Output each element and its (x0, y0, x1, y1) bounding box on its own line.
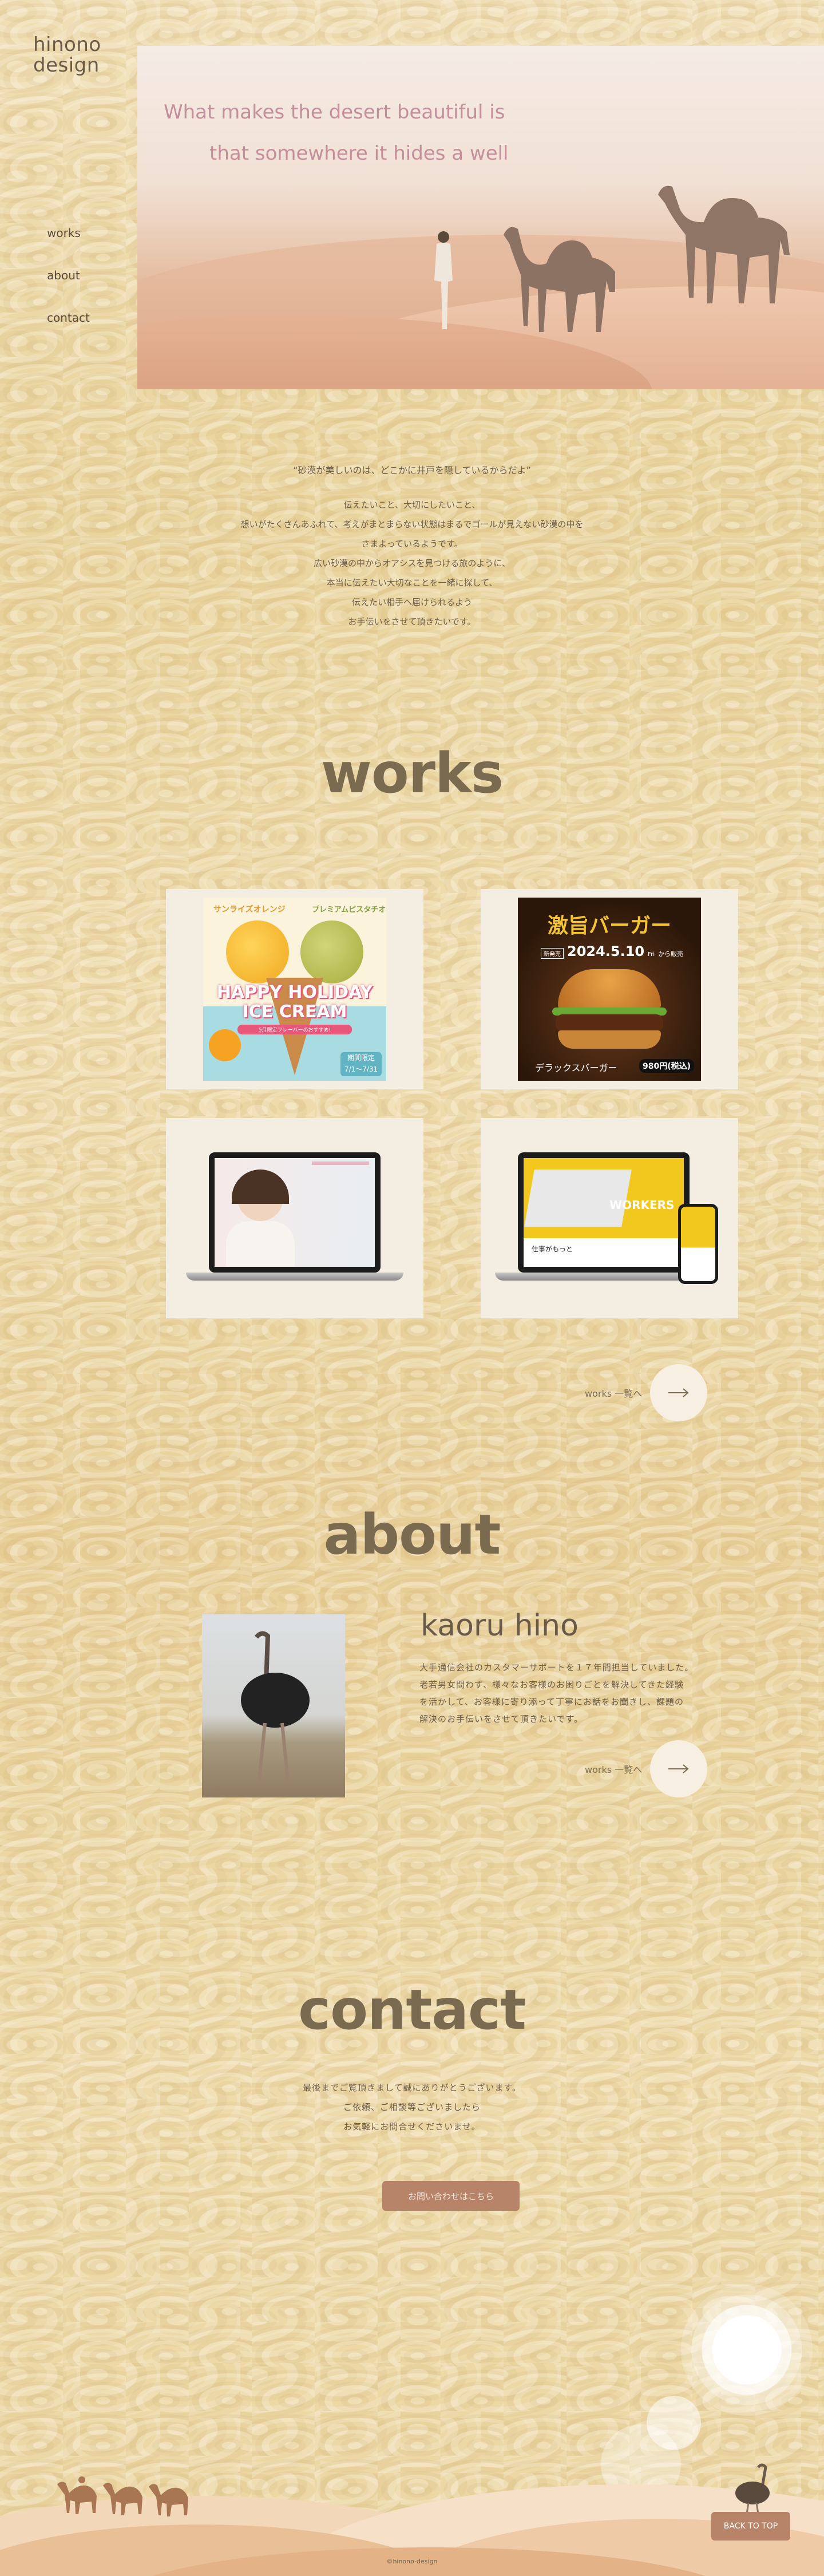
intro-line: 伝えたいこと、大切にしたいこと、 (343, 500, 481, 510)
intro-section: “砂漠が美しいのは、どこかに井戸を隠しているからだよ” 伝えたいこと、大切にした… (0, 461, 824, 631)
ice-cream-banner: サンライズオレンジ プレミアムピスタチオ HAPPY HOLIDAY ICE C… (203, 898, 386, 1081)
about-title: about (323, 1503, 501, 1567)
copyright: ©hinono-design (386, 2558, 438, 2565)
work-card-website-workers[interactable]: WORKERS 仕事がもっと (481, 1118, 738, 1318)
intro-line: 想いがたくさんあふれて、考えがまとまらない状態はまるでゴールが見えない砂漠の中を (240, 519, 584, 530)
screen-content (215, 1158, 375, 1267)
about-line: 老若男女問わず、様々なお客様のお困りごとを解決してきた経験 (419, 1680, 684, 1690)
intro-line: さまよっているようです。 (361, 539, 463, 549)
laptop-screen (209, 1152, 381, 1273)
flavor-label-left: サンライズオレンジ (213, 905, 286, 914)
nav-stripe (312, 1161, 369, 1165)
burger-day: Fri (648, 951, 655, 958)
site-logo[interactable]: hinono design (33, 34, 102, 76)
intro-quote: “砂漠が美しいのは、どこかに井戸を隠しているからだよ” (293, 465, 531, 476)
about-line: を活かして、お客様に寄り添って丁寧にお話をお聞きし、課題の (419, 1697, 684, 1707)
hero-title-line2: that somewhere it hides a well (209, 142, 509, 165)
laptop-base (186, 1273, 403, 1281)
orange-scoop (226, 920, 289, 983)
burger-banner: 激旨バーガー 新発売 2024.5.10 Fri から販売 デラックスバーガー … (518, 898, 701, 1081)
intro-line: お手伝いをさせて頂きたいです。 (348, 617, 476, 627)
hero-banner: What makes the desert beautiful is that … (137, 46, 824, 389)
contact-line: ご依頼、ご相談等ございましたら (343, 2102, 481, 2112)
about-name: kaoru hino (421, 1609, 579, 1643)
arrow-right-icon (650, 1740, 708, 1797)
phone-mockup (678, 1204, 718, 1284)
phone-screen (681, 1207, 715, 1281)
screen-content: WORKERS 仕事がもっと (524, 1158, 684, 1267)
camel-illustration (504, 227, 615, 332)
work-card-ice-cream[interactable]: サンライズオレンジ プレミアムピスタチオ HAPPY HOLIDAY ICE C… (166, 889, 423, 1089)
nav-item-contact[interactable]: contact (47, 311, 90, 325)
flavor-label-right: プレミアムピスタチオ (312, 906, 386, 914)
burger-price: 980円(税込) (639, 1059, 695, 1073)
arrow-right-icon (650, 1364, 708, 1421)
decorative-circle (681, 2284, 813, 2416)
pistachio-scoop (300, 920, 363, 983)
about-text: 大手通信会社のカスタマーサポートを１７年間担当していました。 老若男女問わず、様… (419, 1659, 694, 1728)
period-badge: 期間限定 7/1～7/31 (340, 1052, 382, 1076)
laptop-mockup (186, 1147, 403, 1290)
banner-headline: ICE CREAM (242, 1002, 347, 1022)
contact-line: お気軽にお問合せくださいませ。 (343, 2121, 481, 2132)
laptop-screen: WORKERS 仕事がもっと (518, 1152, 690, 1273)
portrait-hair (232, 1170, 289, 1204)
contact-line: 最後までご覧頂きまして誠にありがとうございます。 (302, 2083, 522, 2093)
burger-suffix: から販売 (658, 950, 684, 958)
about-more-link[interactable]: works 一覧へ (585, 1740, 708, 1797)
banner-headline: HAPPY HOLIDAY (216, 982, 373, 1002)
laptop-mockup: WORKERS 仕事がもっと (495, 1141, 724, 1295)
works-more-link[interactable]: works 一覧へ (585, 1364, 708, 1421)
burger-patty (556, 1014, 663, 1032)
camel-caravan-illustration (57, 2476, 188, 2516)
logo-line2: design (33, 54, 100, 77)
workers-brand: WORKERS (609, 1198, 675, 1212)
intro-line: 伝えたい相手へ届けられるよう (351, 597, 472, 607)
ostrich-icon (735, 2463, 770, 2518)
person-illustration (434, 231, 453, 329)
portrait-shirt (226, 1221, 295, 1267)
intro-line: 本当に伝えたい大切なことを一緒に探して、 (326, 578, 498, 588)
camel-illustration (658, 185, 790, 303)
logo-line1: hinono (33, 33, 101, 56)
work-card-website-portrait[interactable] (166, 1118, 423, 1318)
contact-title: contact (298, 1978, 526, 2042)
hero-title-line1: What makes the desert beautiful is (164, 101, 505, 124)
burger-date: 2024.5.10 (567, 943, 645, 959)
banner-sub: 5月限定フレーバーのおすすめ! (237, 1025, 352, 1034)
burger-product: デラックスバーガー (535, 1062, 617, 1073)
nav-item-about[interactable]: about (47, 268, 90, 282)
burger-title: 激旨バーガー (547, 914, 671, 938)
hero-title: What makes the desert beautiful is that … (164, 92, 509, 174)
about-line: 大手通信会社のカスタマーサポートを１７年間担当していました。 (419, 1662, 694, 1673)
burger-bun-top (558, 969, 661, 1009)
about-more-label: works 一覧へ (585, 1764, 643, 1775)
works-more-label: works 一覧へ (585, 1388, 643, 1399)
work-card-burger[interactable]: 激旨バーガー 新発売 2024.5.10 Fri から販売 デラックスバーガー … (481, 889, 738, 1089)
badge-date: 7/1～7/31 (344, 1065, 378, 1073)
ostrich-illustration (241, 1631, 310, 1781)
burger-bun-bottom (558, 1030, 661, 1049)
burger-date-row: 新発売 2024.5.10 Fri から販売 (541, 943, 683, 959)
orange-fruit (209, 1029, 241, 1061)
workers-caption: 仕事がもっと (532, 1245, 573, 1253)
back-to-top-button[interactable]: BACK TO TOP (711, 2512, 790, 2541)
intro-line: 広い砂漠の中からオアシスを見つける旅のように、 (314, 558, 510, 568)
about-photo-ostrich (202, 1614, 345, 1797)
nav-item-works[interactable]: works (47, 226, 90, 240)
badge-label: 期間限定 (347, 1054, 375, 1062)
side-nav: works about contact (47, 226, 90, 353)
works-title: works (321, 741, 504, 805)
burger-tag: 新発売 (541, 948, 564, 959)
about-line: 解決のお手伝いをさせて頂きたいです。 (419, 1714, 584, 1724)
contact-button[interactable]: お問い合わせはこちら (382, 2181, 520, 2211)
contact-text: 最後までご覧頂きまして誠にありがとうございます。 ご依頼、ご相談等ございましたら… (0, 2078, 824, 2136)
